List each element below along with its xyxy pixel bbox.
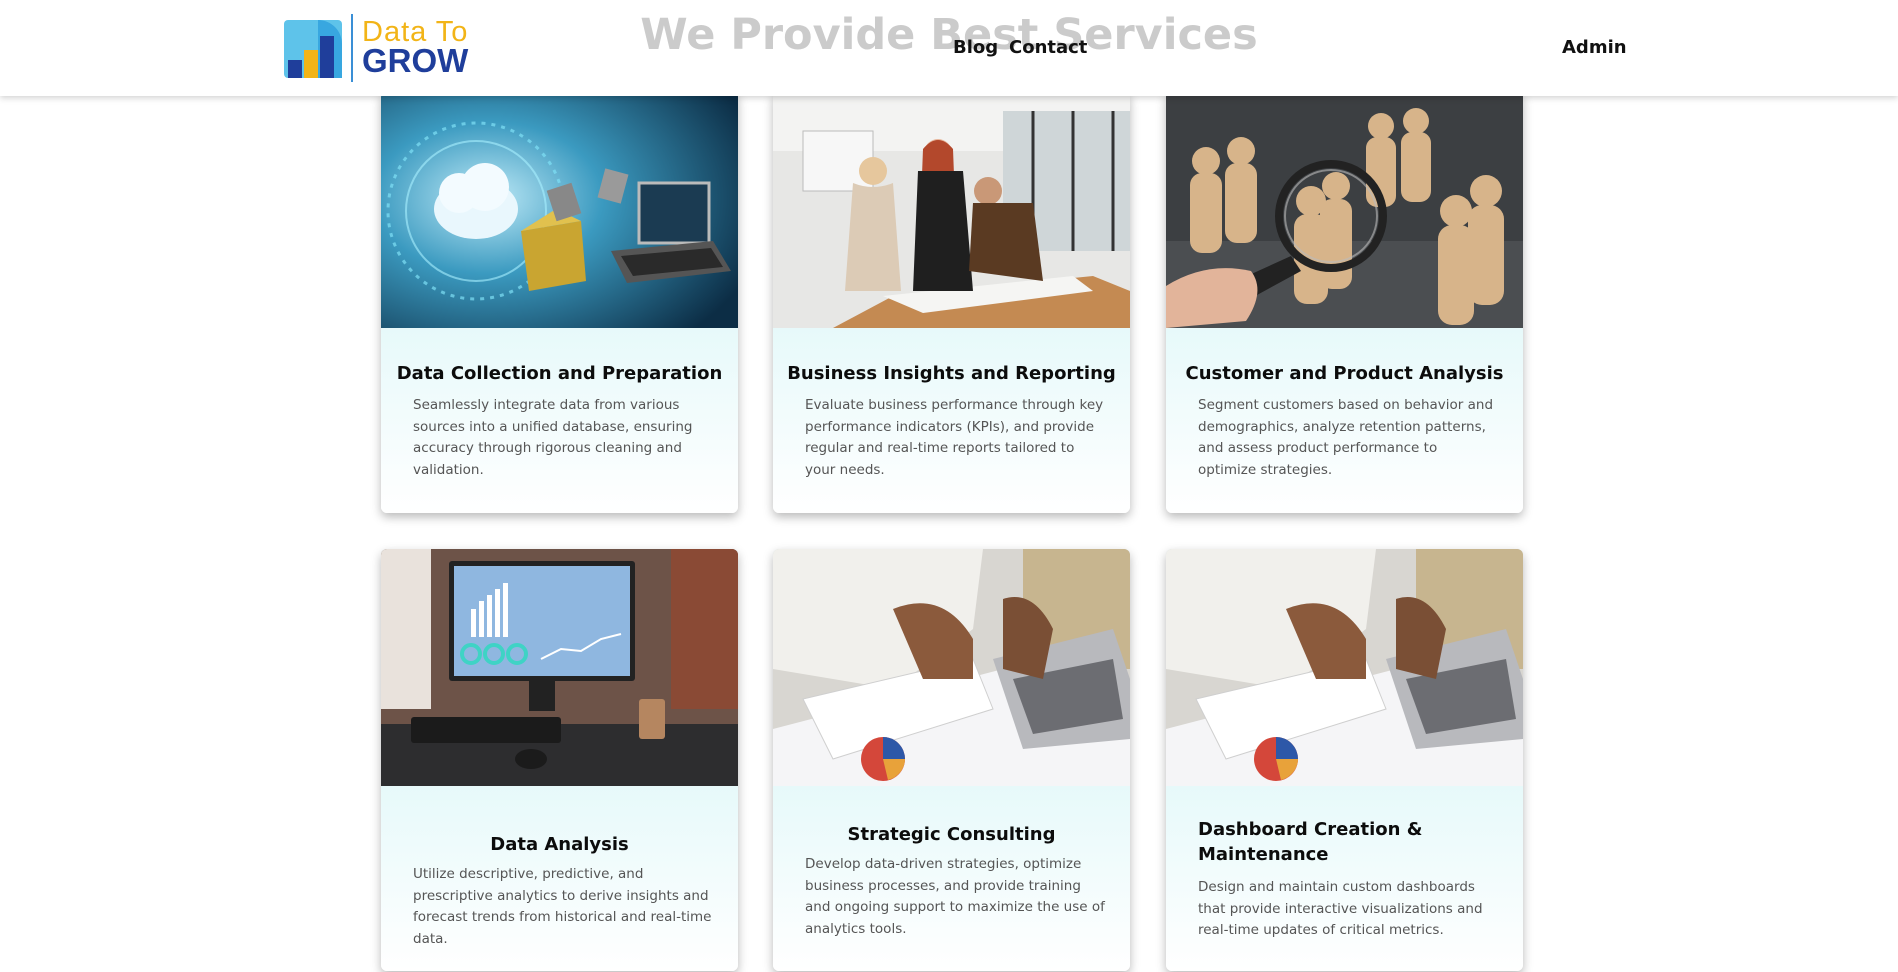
- site-logo[interactable]: Data To GROW: [284, 14, 484, 82]
- service-title: Business Insights and Reporting: [787, 363, 1116, 384]
- logo-divider: [351, 14, 353, 82]
- service-description: Seamlessly integrate data from various s…: [413, 397, 693, 478]
- laptop-reports-image: [1166, 549, 1523, 786]
- nav-link-blog[interactable]: Blog: [953, 37, 998, 58]
- team-meeting-image: [773, 91, 1130, 328]
- nav-link-contact[interactable]: Contact: [1009, 37, 1087, 58]
- service-card[interactable]: Dashboard Creation & Maintenance Design …: [1166, 549, 1523, 971]
- service-card[interactable]: Data Analysis Utilize descriptive, predi…: [381, 549, 738, 971]
- nav-link-admin[interactable]: Admin: [1562, 37, 1627, 58]
- service-description: Evaluate business performance through ke…: [805, 397, 1104, 478]
- service-title: Dashboard Creation & Maintenance: [1198, 819, 1423, 865]
- service-card[interactable]: Strategic Consulting Develop data-driven…: [773, 549, 1130, 971]
- logo-chart-icon: [284, 20, 342, 78]
- service-description: Segment customers based on behavior and …: [1198, 397, 1494, 478]
- monitor-dashboard-image: [381, 549, 738, 786]
- service-title: Customer and Product Analysis: [1185, 363, 1504, 384]
- service-card[interactable]: Customer and Product Analysis Segment cu…: [1166, 91, 1523, 513]
- service-description: Design and maintain custom dashboards th…: [1198, 879, 1483, 938]
- laptop-reports-image: [773, 549, 1130, 786]
- magnifier-figures-image: [1166, 91, 1523, 328]
- service-title: Data Analysis: [490, 834, 629, 855]
- service-description: Utilize descriptive, predictive, and pre…: [413, 866, 712, 947]
- service-description: Develop data-driven strategies, optimize…: [805, 856, 1105, 937]
- service-title: Data Collection and Preparation: [396, 363, 723, 384]
- page: Data To GROW We Provide Best Services Bl…: [0, 0, 1898, 972]
- logo-text-line2: GROW: [362, 42, 469, 79]
- service-title: Strategic Consulting: [847, 824, 1056, 845]
- cloud-data-transfer-image: [381, 91, 738, 328]
- service-card[interactable]: Business Insights and Reporting Evaluate…: [773, 91, 1130, 513]
- service-card[interactable]: Data Collection and Preparation Seamless…: [381, 91, 738, 513]
